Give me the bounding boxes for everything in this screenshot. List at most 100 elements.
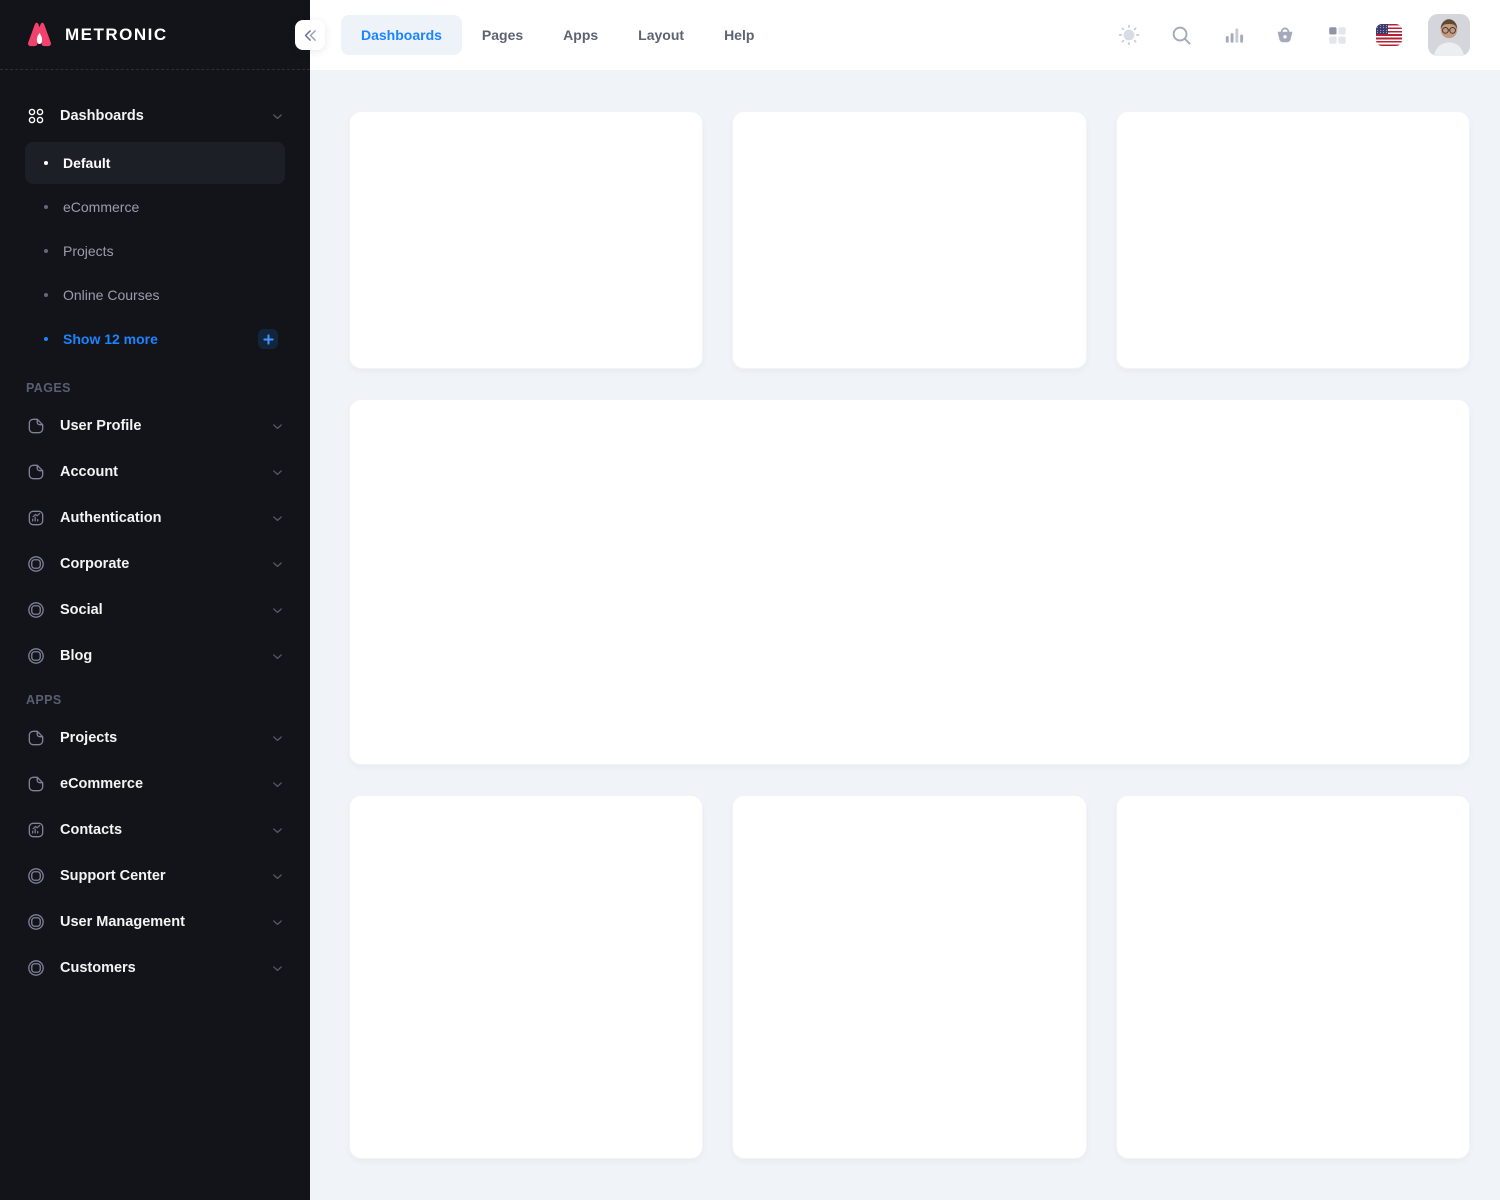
section-title-apps: APPS <box>26 693 285 709</box>
brand-logo-icon <box>25 21 54 48</box>
sidebar-item-label: Projects <box>60 730 117 746</box>
sidebar-item-dashboards[interactable]: Dashboards <box>25 102 285 130</box>
globe-icon <box>25 866 47 886</box>
chevron-down-icon <box>270 869 285 884</box>
chevron-down-icon <box>270 823 285 838</box>
sidebar-item-user-management[interactable]: User Management <box>25 899 285 945</box>
globe-icon <box>25 646 47 666</box>
tab-help[interactable]: Help <box>704 15 774 55</box>
us-flag-icon <box>1376 24 1388 34</box>
sidebar-item-user-profile[interactable]: User Profile <box>25 403 285 449</box>
chevron-down-icon <box>270 961 285 976</box>
basket-icon <box>1273 23 1297 47</box>
chart-frame-icon <box>25 820 47 840</box>
stats-button[interactable] <box>1220 22 1246 48</box>
tab-dashboards[interactable]: Dashboards <box>341 15 462 55</box>
sidebar-item-label: Support Center <box>60 868 166 884</box>
sidebar-item-apps-projects[interactable]: Projects <box>25 715 285 761</box>
sidebar-item-projects[interactable]: Projects <box>25 229 285 273</box>
sidebar-item-social[interactable]: Social <box>25 587 285 633</box>
sidebar-item-label: eCommerce <box>60 776 143 792</box>
file-icon <box>25 416 47 436</box>
sidebar-menu: Dashboards Default eCommerce Projects On… <box>0 70 310 991</box>
sidebar-item-label: Corporate <box>60 556 129 572</box>
topbar-actions <box>1116 14 1500 56</box>
sidebar-item-corporate[interactable]: Corporate <box>25 541 285 587</box>
file-icon <box>25 774 47 794</box>
sidebar-item-account[interactable]: Account <box>25 449 285 495</box>
sidebar-item-label: Dashboards <box>60 108 144 124</box>
chart-frame-icon <box>25 508 47 528</box>
sidebar-item-label: Online Courses <box>63 287 160 303</box>
chevron-down-icon <box>270 511 285 526</box>
cards-top-row <box>349 111 1470 369</box>
chevron-down-icon <box>270 465 285 480</box>
section-title-pages: PAGES <box>26 381 285 397</box>
tab-layout[interactable]: Layout <box>618 15 704 55</box>
tab-pages[interactable]: Pages <box>462 15 543 55</box>
sidebar-item-ecommerce[interactable]: eCommerce <box>25 185 285 229</box>
apps-launcher-button[interactable] <box>1324 22 1350 48</box>
sidebar-item-apps-ecommerce[interactable]: eCommerce <box>25 761 285 807</box>
apps-grid-icon <box>1326 24 1348 46</box>
bullet-dot <box>44 205 48 209</box>
sidebar-item-customers[interactable]: Customers <box>25 945 285 991</box>
sidebar-item-label: Authentication <box>60 510 162 526</box>
sidebar-item-label: User Profile <box>60 418 141 434</box>
sidebar-header: METRONIC <box>0 0 310 70</box>
sidebar-item-label: User Management <box>60 914 185 930</box>
sidebar-item-label: eCommerce <box>63 199 139 215</box>
bullet-dot <box>44 249 48 253</box>
topbar: Dashboards Pages Apps Layout Help <box>310 0 1500 70</box>
plus-button[interactable] <box>258 329 278 349</box>
sidebar-item-support-center[interactable]: Support Center <box>25 853 285 899</box>
search-icon <box>1170 24 1193 47</box>
search-button[interactable] <box>1168 22 1194 48</box>
placeholder-card <box>732 111 1086 369</box>
placeholder-card <box>1116 795 1470 1159</box>
placeholder-card <box>349 795 703 1159</box>
sidebar-item-label: Social <box>60 602 103 618</box>
chevron-down-icon <box>270 777 285 792</box>
chevron-down-icon <box>270 649 285 664</box>
theme-toggle-button[interactable] <box>1116 22 1142 48</box>
sidebar-item-authentication[interactable]: Authentication <box>25 495 285 541</box>
sun-icon <box>1117 23 1141 47</box>
double-chevron-left-icon <box>302 28 319 43</box>
globe-icon <box>25 600 47 620</box>
sidebar: METRONIC Dashboards Default eCommerce <box>0 0 310 1200</box>
globe-icon <box>25 958 47 978</box>
sidebar-item-contacts[interactable]: Contacts <box>25 807 285 853</box>
bullet-dot <box>44 293 48 297</box>
cart-button[interactable] <box>1272 22 1298 48</box>
sidebar-item-label: Projects <box>63 243 114 259</box>
tab-apps[interactable]: Apps <box>543 15 618 55</box>
chevron-down-icon <box>270 915 285 930</box>
topbar-tabs: Dashboards Pages Apps Layout Help <box>341 15 774 55</box>
bullet-dot <box>44 337 48 341</box>
sidebar-item-label: Blog <box>60 648 92 664</box>
sidebar-item-online-courses[interactable]: Online Courses <box>25 273 285 317</box>
sidebar-item-blog[interactable]: Blog <box>25 633 285 679</box>
sidebar-collapse-button[interactable] <box>295 20 325 50</box>
sidebar-item-label: Contacts <box>60 822 122 838</box>
placeholder-card <box>349 111 703 369</box>
placeholder-card <box>1116 111 1470 369</box>
user-avatar[interactable] <box>1428 14 1470 56</box>
sidebar-item-label: Default <box>63 155 110 171</box>
sidebar-item-default[interactable]: Default <box>25 142 285 184</box>
sidebar-item-label: Show 12 more <box>63 331 158 347</box>
file-icon <box>25 728 47 748</box>
sidebar-item-label: Account <box>60 464 118 480</box>
grid-icon <box>25 106 47 126</box>
chevron-down-icon <box>270 731 285 746</box>
bullet-dot <box>44 161 48 165</box>
chevron-down-icon <box>270 603 285 618</box>
sidebar-item-show-more[interactable]: Show 12 more <box>25 317 285 361</box>
sidebar-item-label: Customers <box>60 960 136 976</box>
globe-icon <box>25 912 47 932</box>
chevron-down-icon <box>270 557 285 572</box>
chevron-down-icon <box>270 109 285 124</box>
brand-name: METRONIC <box>65 25 168 45</box>
language-button[interactable] <box>1376 24 1402 46</box>
